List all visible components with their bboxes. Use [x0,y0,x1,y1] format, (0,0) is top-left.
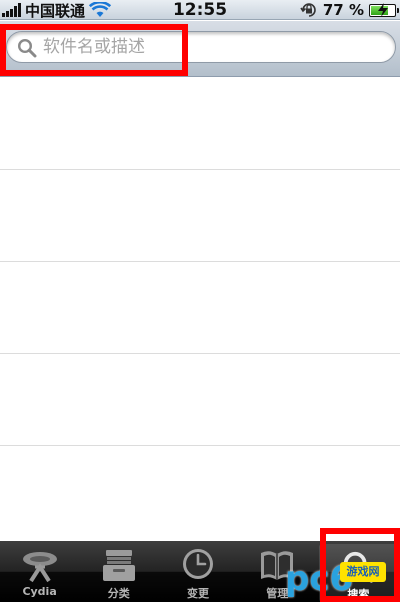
app-screen: 中国联通 12:55 77 % 软件名或描述 Cydia 分类 变更 管理 搜索… [0,0,400,602]
search-results-list [0,78,400,541]
tab-label: 变更 [187,587,209,600]
clock-icon [183,549,213,579]
battery-icon [369,2,399,17]
battery-percent: 77 % [322,1,364,19]
rotation-lock-icon [300,3,316,17]
tab-label: 分类 [107,587,130,600]
magnifier-icon [17,38,37,58]
tab-manage[interactable]: 管理 [238,541,317,602]
sections-icon [102,550,135,581]
search-input[interactable] [43,35,383,59]
search-icon [344,551,374,583]
tab-label: 管理 [266,587,289,600]
tab-sections[interactable]: 分类 [79,541,158,602]
list-item[interactable] [0,446,400,538]
list-item[interactable] [0,78,400,170]
tab-label: 搜索 [347,588,370,601]
search-field[interactable] [6,31,396,63]
book-icon [261,551,294,580]
tab-label: Cydia [22,585,57,598]
status-right: 77 % [300,0,399,20]
charging-bolt-icon [378,2,388,17]
status-bar: 中国联通 12:55 77 % [0,0,400,20]
list-item[interactable] [0,170,400,262]
list-item[interactable] [0,262,400,354]
tab-changes[interactable]: 变更 [158,541,237,602]
cydia-icon [22,552,57,583]
list-item[interactable] [0,354,400,446]
search-bar [0,21,400,77]
tab-bar: Cydia 分类 变更 管理 搜索 [0,541,400,602]
tab-search[interactable]: 搜索 [318,544,399,602]
tab-cydia[interactable]: Cydia [0,541,79,602]
